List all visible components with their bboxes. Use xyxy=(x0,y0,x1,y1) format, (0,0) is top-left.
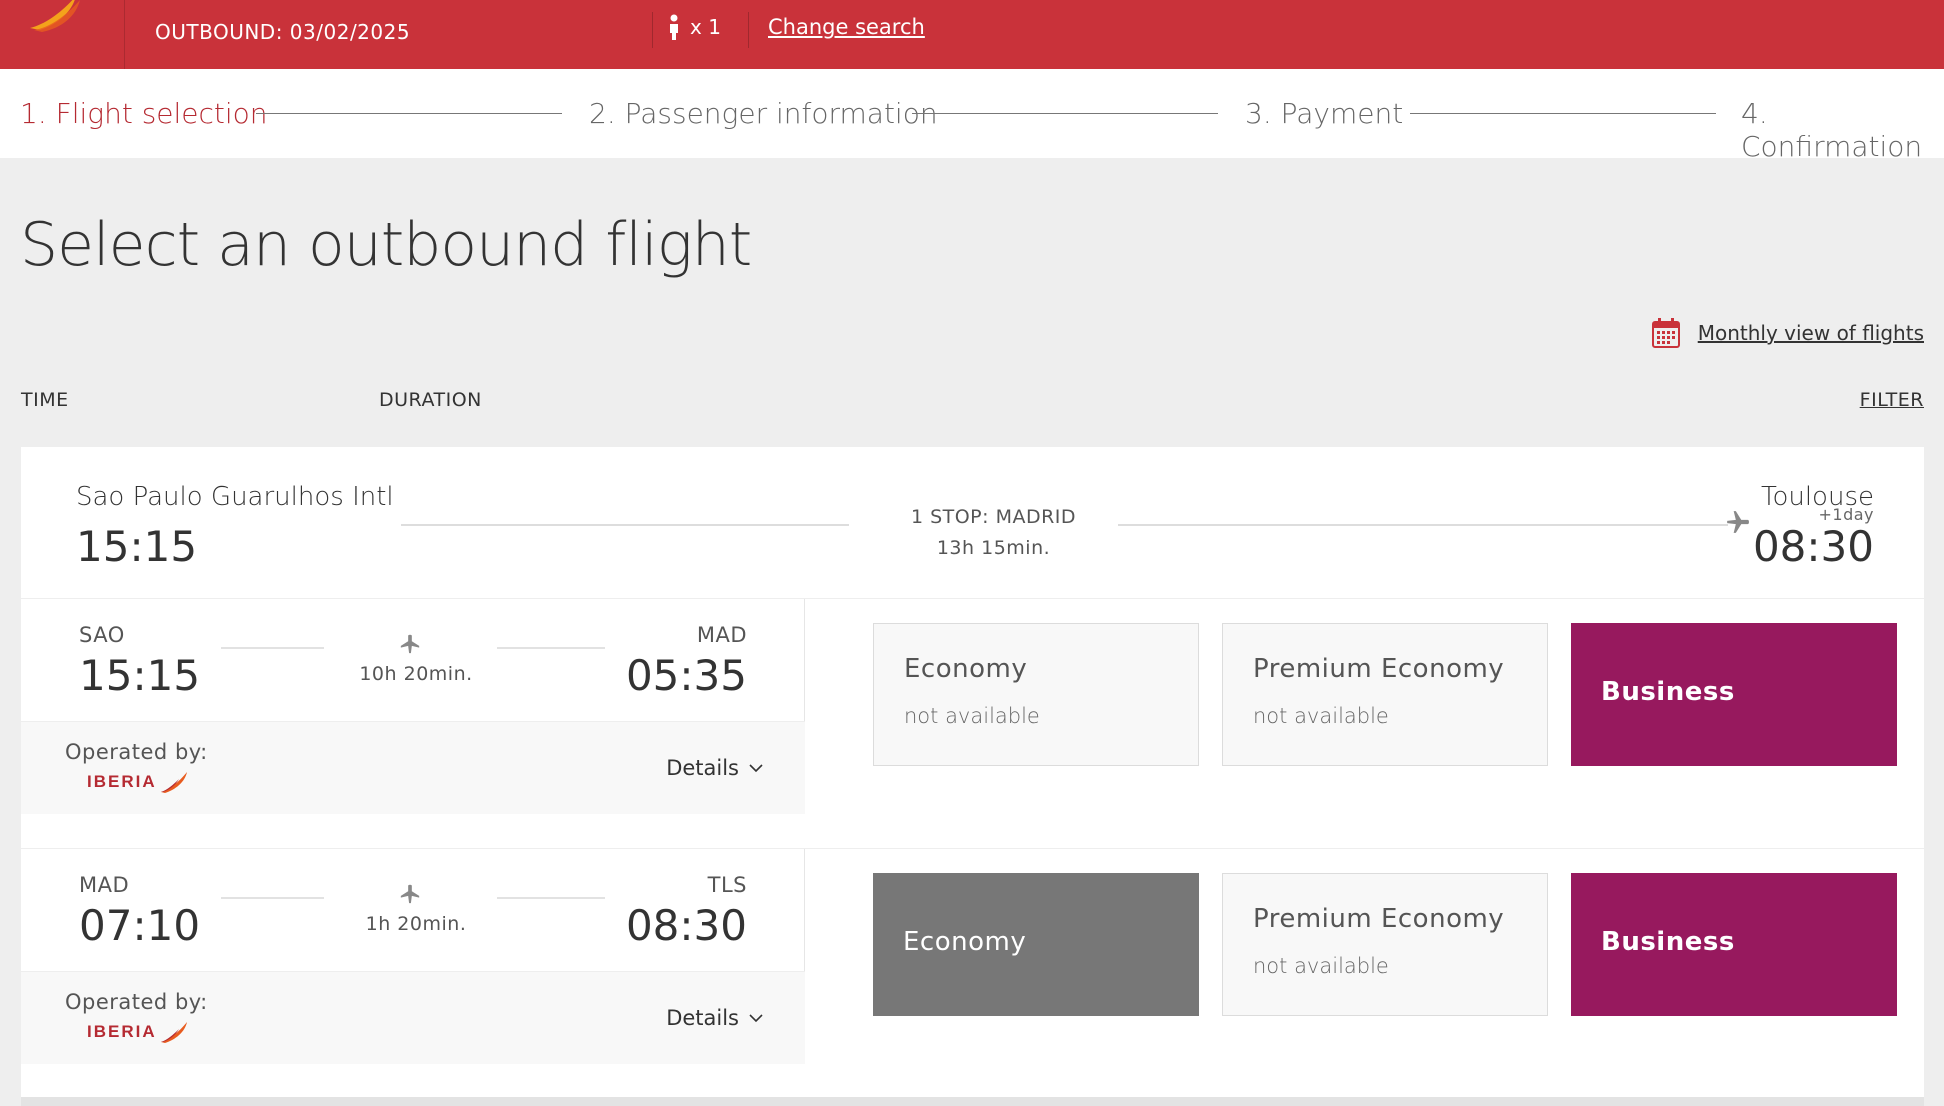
airline-logo: IBERIA xyxy=(87,1020,189,1044)
fare-name: Economy xyxy=(903,927,1027,957)
segment-origin-code: MAD xyxy=(79,873,130,897)
step-payment: 3. Payment xyxy=(1245,97,1404,130)
fare-economy[interactable]: Economy xyxy=(873,873,1199,1016)
segment-origin-code: SAO xyxy=(79,623,125,647)
change-search-link[interactable]: Change search xyxy=(768,15,925,39)
plane-icon xyxy=(400,884,420,904)
outbound-date: OUTBOUND: 03/02/2025 xyxy=(155,20,411,44)
fare-business[interactable]: Business xyxy=(1571,873,1897,1016)
passenger-count-label: x 1 xyxy=(690,15,721,39)
fare-status: not available xyxy=(1253,704,1389,728)
iberia-wing-icon xyxy=(160,772,187,793)
monthly-view-link[interactable]: Monthly view of flights xyxy=(1651,318,1924,348)
fare-status: not available xyxy=(904,704,1040,728)
person-icon xyxy=(670,14,678,40)
chevron-down-icon xyxy=(749,1014,763,1023)
column-header-time[interactable]: TIME xyxy=(21,389,69,411)
fare-name: Economy xyxy=(904,654,1028,684)
step-flight-selection: 1. Flight selection xyxy=(20,97,268,130)
stop-label: 1 STOP: MADRID xyxy=(910,506,1077,528)
segment-arrival-time: 05:35 xyxy=(625,651,747,700)
step-passenger-information: 2. Passenger information xyxy=(589,97,938,130)
segment-destination-code: TLS xyxy=(707,873,747,897)
arrival-time: 08:30 xyxy=(1752,522,1874,571)
segment-arrival-time: 08:30 xyxy=(625,901,747,950)
airline-name: IBERIA xyxy=(87,772,157,791)
operated-by-label: Operated by: xyxy=(65,990,208,1014)
step-confirmation: 4. Confirmation xyxy=(1741,97,1923,163)
fare-name: Premium Economy xyxy=(1253,654,1505,684)
details-toggle[interactable]: Details xyxy=(666,1006,763,1030)
flight-segment: MAD 07:10 1h 20min. TLS 08:30 Operated b… xyxy=(21,848,1924,1064)
operated-by-label: Operated by: xyxy=(65,740,208,764)
booking-stepper: 1. Flight selection 2. Passenger informa… xyxy=(0,69,1944,163)
fare-status: not available xyxy=(1253,954,1389,978)
stop-info: 1 STOP: MADRID 13h 15min. xyxy=(851,502,1136,564)
departure-time: 15:15 xyxy=(76,522,198,571)
airline-logo: IBERIA xyxy=(87,770,189,794)
origin-airport: Sao Paulo Guarulhos Intl xyxy=(76,482,394,512)
fare-premium-economy[interactable]: Premium Economy not available xyxy=(1222,623,1548,766)
filter-link[interactable]: FILTER xyxy=(1860,389,1924,411)
fare-name: Premium Economy xyxy=(1253,904,1505,934)
segment-duration: 10h 20min. xyxy=(359,663,473,685)
passenger-count: x 1 xyxy=(668,14,721,40)
segment-info: MAD 07:10 1h 20min. TLS 08:30 Operated b… xyxy=(21,849,805,1064)
segment-departure-time: 15:15 xyxy=(79,651,201,700)
segment-info: SAO 15:15 10h 20min. MAD 05:35 Operated … xyxy=(21,599,805,814)
total-duration: 13h 15min. xyxy=(936,537,1051,559)
chevron-down-icon xyxy=(749,764,763,773)
fare-business[interactable]: Business xyxy=(1571,623,1897,766)
plane-icon xyxy=(1727,511,1749,533)
details-toggle[interactable]: Details xyxy=(666,756,763,780)
column-header-duration[interactable]: DURATION xyxy=(379,389,482,411)
segment-duration: 1h 20min. xyxy=(365,913,467,935)
fare-name: Business xyxy=(1601,927,1735,957)
calendar-icon xyxy=(1651,318,1680,348)
flight-card: Sao Paulo Guarulhos Intl 15:15 1 STOP: M… xyxy=(21,447,1924,1097)
airline-name: IBERIA xyxy=(87,1022,157,1041)
top-header: OUTBOUND: 03/02/2025 x 1 Change search xyxy=(0,0,1944,69)
monthly-view-label: Monthly view of flights xyxy=(1697,321,1924,345)
fare-name: Business xyxy=(1601,677,1735,707)
flight-segment: SAO 15:15 10h 20min. MAD 05:35 Operated … xyxy=(21,599,1924,814)
fare-premium-economy[interactable]: Premium Economy not available xyxy=(1222,873,1548,1016)
flight-summary: Sao Paulo Guarulhos Intl 15:15 1 STOP: M… xyxy=(21,447,1924,599)
iberia-wing-icon xyxy=(160,1022,187,1043)
details-label: Details xyxy=(666,1006,739,1030)
details-label: Details xyxy=(666,756,739,780)
logo-container[interactable] xyxy=(0,0,125,69)
plane-icon xyxy=(400,634,420,654)
page-title: Select an outbound flight xyxy=(20,210,752,280)
segment-destination-code: MAD xyxy=(696,623,747,647)
segment-departure-time: 07:10 xyxy=(79,901,201,950)
fare-economy[interactable]: Economy not available xyxy=(873,623,1199,766)
iberia-logo-icon xyxy=(30,0,80,32)
